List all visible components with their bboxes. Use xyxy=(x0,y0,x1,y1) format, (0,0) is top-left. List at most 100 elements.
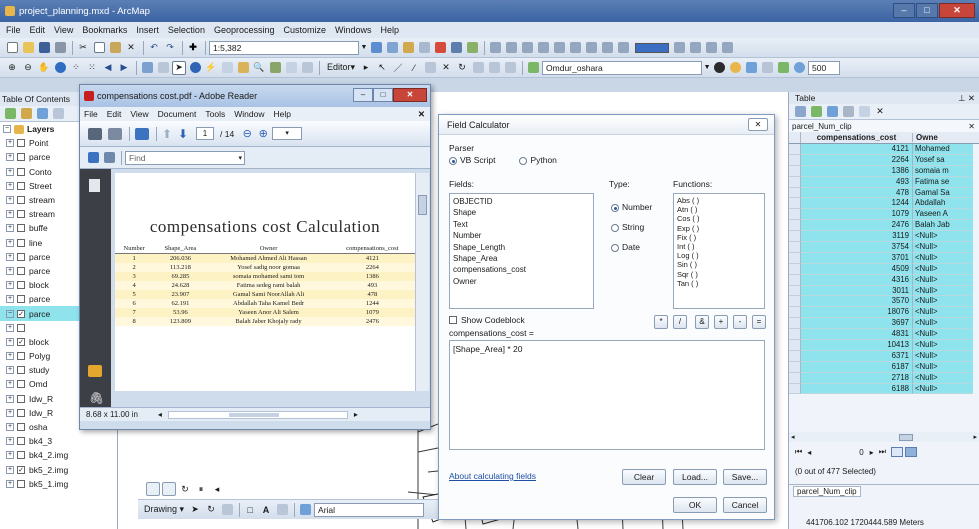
add-data-icon[interactable]: ✚ xyxy=(186,41,200,55)
col-header-compensations-cost[interactable]: compensations_cost xyxy=(801,133,913,142)
expand-icon[interactable]: − xyxy=(6,309,14,318)
fc-field-item[interactable]: Shape_Length xyxy=(453,242,590,253)
fc-load-button[interactable]: Load... xyxy=(673,469,717,485)
pdf-zoom-in-icon[interactable]: ⊕ xyxy=(256,127,270,141)
pdf-zoom-select[interactable]: ▾ xyxy=(272,127,303,140)
cell-owner[interactable]: <Null> xyxy=(913,252,973,264)
clear-selection-icon[interactable] xyxy=(156,61,170,75)
cell-compensations-cost[interactable]: 4316 xyxy=(801,274,913,286)
fc-type-number-label[interactable]: Number xyxy=(622,197,652,217)
layer-visibility-checkbox[interactable] xyxy=(17,394,25,403)
row-selector[interactable] xyxy=(789,242,801,253)
forward-icon[interactable]: ▶ xyxy=(117,61,131,75)
cell-owner[interactable]: Mohamed xyxy=(913,144,973,155)
row-selector[interactable] xyxy=(789,176,801,188)
scale-dropdown-arrow[interactable]: ▼ xyxy=(359,44,369,51)
layer-visibility-checkbox[interactable] xyxy=(17,224,25,233)
toc-window-icon[interactable] xyxy=(385,41,399,55)
expand-icon[interactable]: + xyxy=(6,153,14,162)
row-selector[interactable] xyxy=(789,307,801,319)
pdf-close-button[interactable]: ✕ xyxy=(393,88,427,102)
toc-layer-item[interactable]: + ✓ bk5_2.img xyxy=(0,463,117,477)
edit-tool-icon[interactable]: ▸ xyxy=(359,61,373,75)
fc-function-item[interactable]: Log ( ) xyxy=(677,251,761,260)
rotate-element-icon[interactable]: ↻ xyxy=(204,503,218,517)
pdf-menu-document[interactable]: Document xyxy=(158,109,197,119)
pdf-pages-panel-icon[interactable] xyxy=(89,179,100,192)
expand-icon[interactable]: + xyxy=(6,210,14,219)
fc-function-item[interactable]: Fix ( ) xyxy=(677,233,761,242)
adobe-reader-window[interactable]: compensations cost.pdf - Adobe Reader – … xyxy=(79,84,431,430)
row-selector[interactable] xyxy=(789,198,801,210)
cell-compensations-cost[interactable]: 6371 xyxy=(801,350,913,362)
layer-visibility-checkbox[interactable]: ✓ xyxy=(17,309,25,318)
effects-c-icon[interactable] xyxy=(744,61,758,75)
maximize-button[interactable]: □ xyxy=(916,3,938,18)
menu-help[interactable]: Help xyxy=(381,25,400,35)
pdf-email-icon[interactable] xyxy=(106,126,124,142)
fc-expression-input[interactable]: [Shape_Area] * 20 xyxy=(449,340,765,450)
fc-type-date-radio[interactable] xyxy=(611,244,619,252)
cell-owner[interactable]: <Null> xyxy=(913,242,973,253)
layer-visibility-checkbox[interactable] xyxy=(17,281,25,290)
cell-owner[interactable]: Balah Jab xyxy=(913,220,973,232)
fc-function-item[interactable]: Abs ( ) xyxy=(677,196,761,205)
row-selector[interactable] xyxy=(789,252,801,264)
show-selected-records-icon[interactable] xyxy=(904,447,917,457)
row-selector[interactable] xyxy=(789,285,801,297)
expand-icon[interactable]: + xyxy=(6,479,14,488)
cell-owner[interactable]: Yaseen A xyxy=(913,209,973,221)
pdf-next-page-icon[interactable]: ⬇ xyxy=(176,127,190,141)
back-icon[interactable]: ◀ xyxy=(101,61,115,75)
tool-b-icon[interactable] xyxy=(504,41,518,55)
row-selector[interactable] xyxy=(789,329,801,341)
fc-function-item[interactable]: Sqr ( ) xyxy=(677,270,761,279)
cell-owner[interactable]: <Null> xyxy=(913,285,973,297)
cell-owner[interactable]: <Null> xyxy=(913,350,973,362)
paste-icon[interactable] xyxy=(108,41,122,55)
layer-visibility-checkbox[interactable] xyxy=(17,451,25,460)
fc-op-equals-button[interactable]: = xyxy=(752,315,766,329)
cell-compensations-cost[interactable]: 2718 xyxy=(801,372,913,384)
expand-icon[interactable]: + xyxy=(6,224,14,233)
tool-j-icon[interactable] xyxy=(672,41,686,55)
scale-input[interactable]: 1:5,382 xyxy=(209,40,359,55)
catalog-icon[interactable] xyxy=(401,41,415,55)
split-icon[interactable]: ✕ xyxy=(439,61,453,75)
expand-icon[interactable]: + xyxy=(6,281,14,290)
editor-menu[interactable]: Editor▾ xyxy=(327,62,355,73)
row-selector[interactable] xyxy=(789,340,801,351)
html-popup-icon[interactable] xyxy=(220,61,234,75)
row-selector[interactable] xyxy=(789,383,801,395)
table-row[interactable]: 1079 Yaseen A xyxy=(789,209,979,221)
delete-icon[interactable]: ✕ xyxy=(124,41,138,55)
tool-a-icon[interactable] xyxy=(488,41,502,55)
row-selector[interactable] xyxy=(789,372,801,384)
fc-function-item[interactable]: Int ( ) xyxy=(677,242,761,251)
effects-b-icon[interactable] xyxy=(728,61,742,75)
expand-icon[interactable]: + xyxy=(6,139,14,148)
data-view-icon[interactable] xyxy=(146,482,160,496)
table-pin-icon[interactable]: ⊥ ✕ xyxy=(958,93,975,104)
cell-owner[interactable]: <Null> xyxy=(913,340,973,351)
zoom-level-input[interactable]: 500 xyxy=(808,60,841,75)
fc-op-divide-button[interactable]: / xyxy=(673,315,687,329)
table-bottom-tab-name[interactable]: parcel_Num_clip xyxy=(793,486,861,497)
table-row[interactable]: 4509 <Null> xyxy=(789,263,979,275)
xy-icon[interactable] xyxy=(284,61,298,75)
layer-visibility-checkbox[interactable] xyxy=(17,323,25,332)
pdf-menu-file[interactable]: File xyxy=(84,109,98,119)
rectangle-icon[interactable]: □ xyxy=(243,503,257,517)
layer-visibility-checkbox[interactable] xyxy=(17,380,25,389)
fc-field-item[interactable]: Number xyxy=(453,230,590,241)
create-features-icon[interactable] xyxy=(503,61,517,75)
menu-file[interactable]: File xyxy=(6,25,21,35)
first-record-icon[interactable]: ⏮ xyxy=(795,447,802,457)
effects-a-icon[interactable] xyxy=(712,61,726,75)
layer-visibility-checkbox[interactable] xyxy=(17,437,25,446)
cell-compensations-cost[interactable]: 3697 xyxy=(801,318,913,330)
reshape-icon[interactable] xyxy=(423,61,437,75)
fc-op-plus-button[interactable]: + xyxy=(714,315,728,329)
next-record-icon[interactable]: ▸ xyxy=(870,448,874,457)
fc-field-item[interactable]: Owner xyxy=(453,276,590,287)
